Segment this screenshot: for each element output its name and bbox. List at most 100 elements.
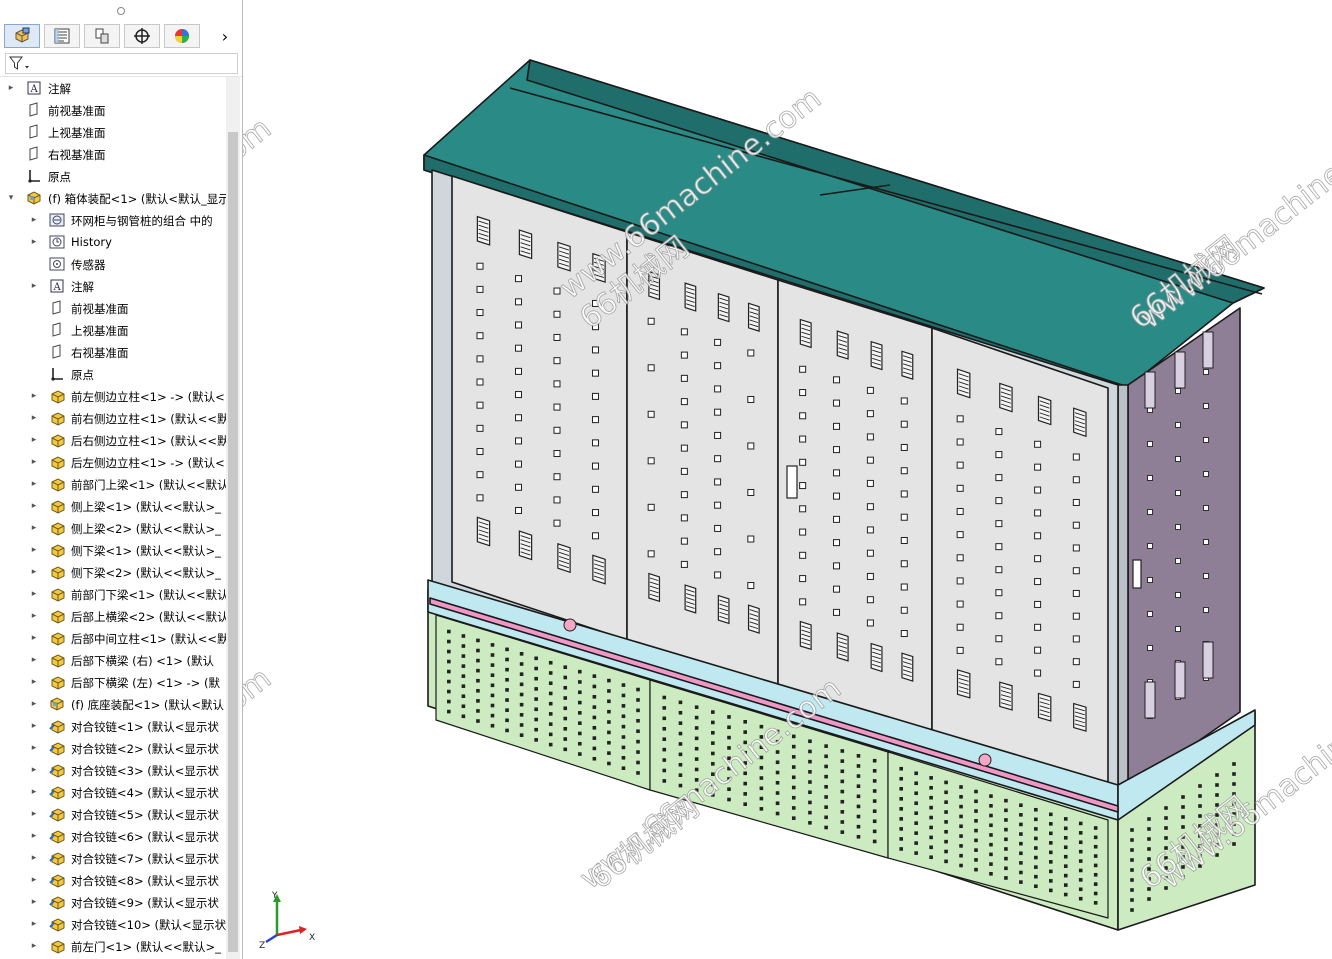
expand-arrow-icon[interactable]: ▸ — [29, 479, 39, 489]
tree-item[interactable]: ▸ 前左门<1> (默认<<默认>_ — [0, 935, 226, 957]
expand-arrow-icon[interactable]: ▸ — [29, 743, 39, 753]
expand-arrow-icon[interactable]: ▸ — [29, 215, 39, 225]
perforation-hole — [678, 742, 683, 746]
expand-arrow-icon[interactable]: ▸ — [29, 677, 39, 687]
tree-item[interactable]: 原点 — [0, 363, 226, 385]
tree-item[interactable]: ▸ 环网柜与钢管桩的组合 中的 — [0, 209, 226, 231]
perforation-hole — [899, 827, 903, 831]
expand-arrow-icon[interactable]: ▸ — [29, 699, 39, 709]
expand-arrow-icon[interactable]: ▸ — [29, 391, 39, 401]
tree-item[interactable]: ▸ 后部下横梁 (左) <1> -> (默 — [0, 671, 226, 693]
configuration-manager-tab[interactable] — [84, 24, 120, 48]
tree-item[interactable]: ▸ 对合铰链<5> (默认<显示状 — [0, 803, 226, 825]
tree-item[interactable]: ▸ 对合铰链<6> (默认<显示状 — [0, 825, 226, 847]
expand-arrow-icon[interactable]: ▸ — [29, 545, 39, 555]
tree-scroll-thumb[interactable] — [228, 132, 238, 952]
panel-grip[interactable] — [0, 0, 242, 20]
expand-arrow-icon[interactable]: ▸ — [29, 567, 39, 577]
expand-arrow-icon[interactable]: ▸ — [29, 589, 39, 599]
tree-item[interactable]: ▸ 前右侧边立柱<1> (默认<<默 — [0, 407, 226, 429]
vent-hole — [476, 401, 484, 409]
expand-arrow-icon[interactable]: ▸ — [29, 501, 39, 511]
side-vent-hole — [1175, 592, 1181, 598]
expand-arrow-icon[interactable]: ▸ — [29, 237, 39, 247]
perforation-hole — [914, 831, 918, 835]
vent-hole — [476, 448, 484, 456]
tree-item[interactable]: 原点 — [0, 165, 226, 187]
tree-item[interactable]: ▸ 前部门下梁<1> (默认<<默认 — [0, 583, 226, 605]
expand-arrow-icon[interactable]: ▸ — [29, 611, 39, 621]
collapse-arrow-icon[interactable]: ▾ — [6, 193, 16, 203]
perforation-hole — [447, 639, 451, 644]
tree-item[interactable]: ▸ 侧下梁<2> (默认<<默认>_ — [0, 561, 226, 583]
expand-arrow-icon[interactable]: ▸ — [29, 897, 39, 907]
expand-arrow-icon[interactable]: ▸ — [29, 457, 39, 467]
tree-item[interactable]: ▸ 对合铰链<9> (默认<显示状 — [0, 891, 226, 913]
perforation-hole — [476, 638, 480, 643]
tree-item[interactable]: ▸ History — [0, 231, 226, 253]
tree-item[interactable]: 上视基准面 — [0, 319, 226, 341]
tree-item[interactable]: ▸ 对合铰链<2> (默认<显示状 — [0, 737, 226, 759]
expand-arrow-icon[interactable]: ▸ — [29, 281, 39, 291]
expand-arrow-icon[interactable]: ▸ — [29, 413, 39, 423]
tree-item[interactable]: ▸ A 注解 — [0, 275, 226, 297]
side-vent-hole — [1203, 437, 1209, 443]
tree-item[interactable]: 右视基准面 — [0, 143, 226, 165]
tree-item[interactable]: ▸ 对合铰链<8> (默认<显示状 — [0, 869, 226, 891]
tree-item[interactable]: ▸ 前左侧边立柱<1> -> (默认< — [0, 385, 226, 407]
tree-item[interactable]: ▸ 侧上梁<1> (默认<<默认>_ — [0, 495, 226, 517]
tree-item[interactable]: 右视基准面 — [0, 341, 226, 363]
perforation-hole — [563, 716, 568, 721]
tree-item[interactable]: ▸ 对合铰链<4> (默认<显示状 — [0, 781, 226, 803]
display-manager-tab[interactable] — [164, 24, 200, 48]
expand-arrow-icon[interactable]: ▸ — [29, 435, 39, 445]
cabinet-model-3d[interactable]: www.66machine.com www.66machine.com www.66… — [243, 0, 1332, 959]
expand-arrow-icon[interactable]: ▸ — [29, 523, 39, 533]
perforation-hole — [662, 716, 667, 721]
perforation-hole — [743, 802, 747, 806]
tree-item[interactable]: ▸ 侧下梁<1> (默认<<默认>_ — [0, 539, 226, 561]
perforation-hole — [1130, 898, 1134, 902]
expand-arrow-icon[interactable]: ▸ — [29, 875, 39, 885]
tree-item[interactable]: ▸ 后左侧边立柱<1> -> (默认< — [0, 451, 226, 473]
dimxpert-tab[interactable] — [124, 24, 160, 48]
expand-arrow-icon[interactable]: ▸ — [29, 633, 39, 643]
vent-hole — [956, 600, 964, 608]
tree-item[interactable]: 上视基准面 — [0, 121, 226, 143]
tree-item[interactable]: 前视基准面 — [0, 297, 226, 319]
tree-item[interactable]: ▸ (f) 底座装配<1> (默认<默认 — [0, 693, 226, 715]
tree-item[interactable]: ▸ 后部上横梁<2> (默认<<默认 — [0, 605, 226, 627]
vent-hole — [592, 485, 599, 493]
tree-item[interactable]: ▸ 后部下横梁 (右) <1> (默认 — [0, 649, 226, 671]
tree-item[interactable]: ▸ 对合铰链<10> (默认<显示状 — [0, 913, 226, 935]
panel-more-tabs-button[interactable]: › — [212, 24, 238, 48]
tree-item[interactable]: 前视基准面 — [0, 99, 226, 121]
tree-item[interactable]: ▸ 对合铰链<1> (默认<显示状 — [0, 715, 226, 737]
expand-arrow-icon[interactable]: ▸ — [29, 919, 39, 929]
tree-filter-input[interactable] — [5, 53, 238, 74]
expand-arrow-icon[interactable]: ▸ — [29, 809, 39, 819]
tree-item[interactable]: ▸ 对合铰链<3> (默认<显示状 — [0, 759, 226, 781]
perforation-hole — [534, 717, 538, 722]
expand-arrow-icon[interactable]: ▸ — [29, 655, 39, 665]
tree-item[interactable]: ▸ A 注解 — [0, 77, 226, 99]
expand-arrow-icon[interactable]: ▸ — [29, 787, 39, 797]
tree-item[interactable]: ▸ 对合铰链<7> (默认<显示状 — [0, 847, 226, 869]
vent-hole — [866, 386, 874, 394]
feature-manager-tab[interactable] — [4, 24, 40, 48]
expand-arrow-icon[interactable]: ▸ — [29, 941, 39, 951]
tree-item[interactable]: ▾ (f) 箱体装配<1> (默认<默认_显示 — [0, 187, 226, 209]
property-manager-tab[interactable] — [44, 24, 80, 48]
expand-arrow-icon[interactable]: ▸ — [29, 721, 39, 731]
tree-item[interactable]: ▸ 侧上梁<2> (默认<<默认>_ — [0, 517, 226, 539]
tree-item[interactable]: 传感器 — [0, 253, 226, 275]
tree-item[interactable]: ▸ 前部门上梁<1> (默认<<默认 — [0, 473, 226, 495]
expand-arrow-icon[interactable]: ▸ — [6, 83, 16, 93]
tree-scrollbar[interactable] — [226, 77, 240, 959]
expand-arrow-icon[interactable]: ▸ — [29, 853, 39, 863]
expand-arrow-icon[interactable]: ▸ — [29, 765, 39, 775]
expand-arrow-icon[interactable]: ▸ — [29, 831, 39, 841]
tree-item[interactable]: ▸ 后部中间立柱<1> (默认<<默 — [0, 627, 226, 649]
graphics-viewport[interactable]: www.66machine.com www.66machine.com www.66… — [243, 0, 1332, 959]
tree-item[interactable]: ▸ 后右侧边立柱<1> (默认<<默 — [0, 429, 226, 451]
